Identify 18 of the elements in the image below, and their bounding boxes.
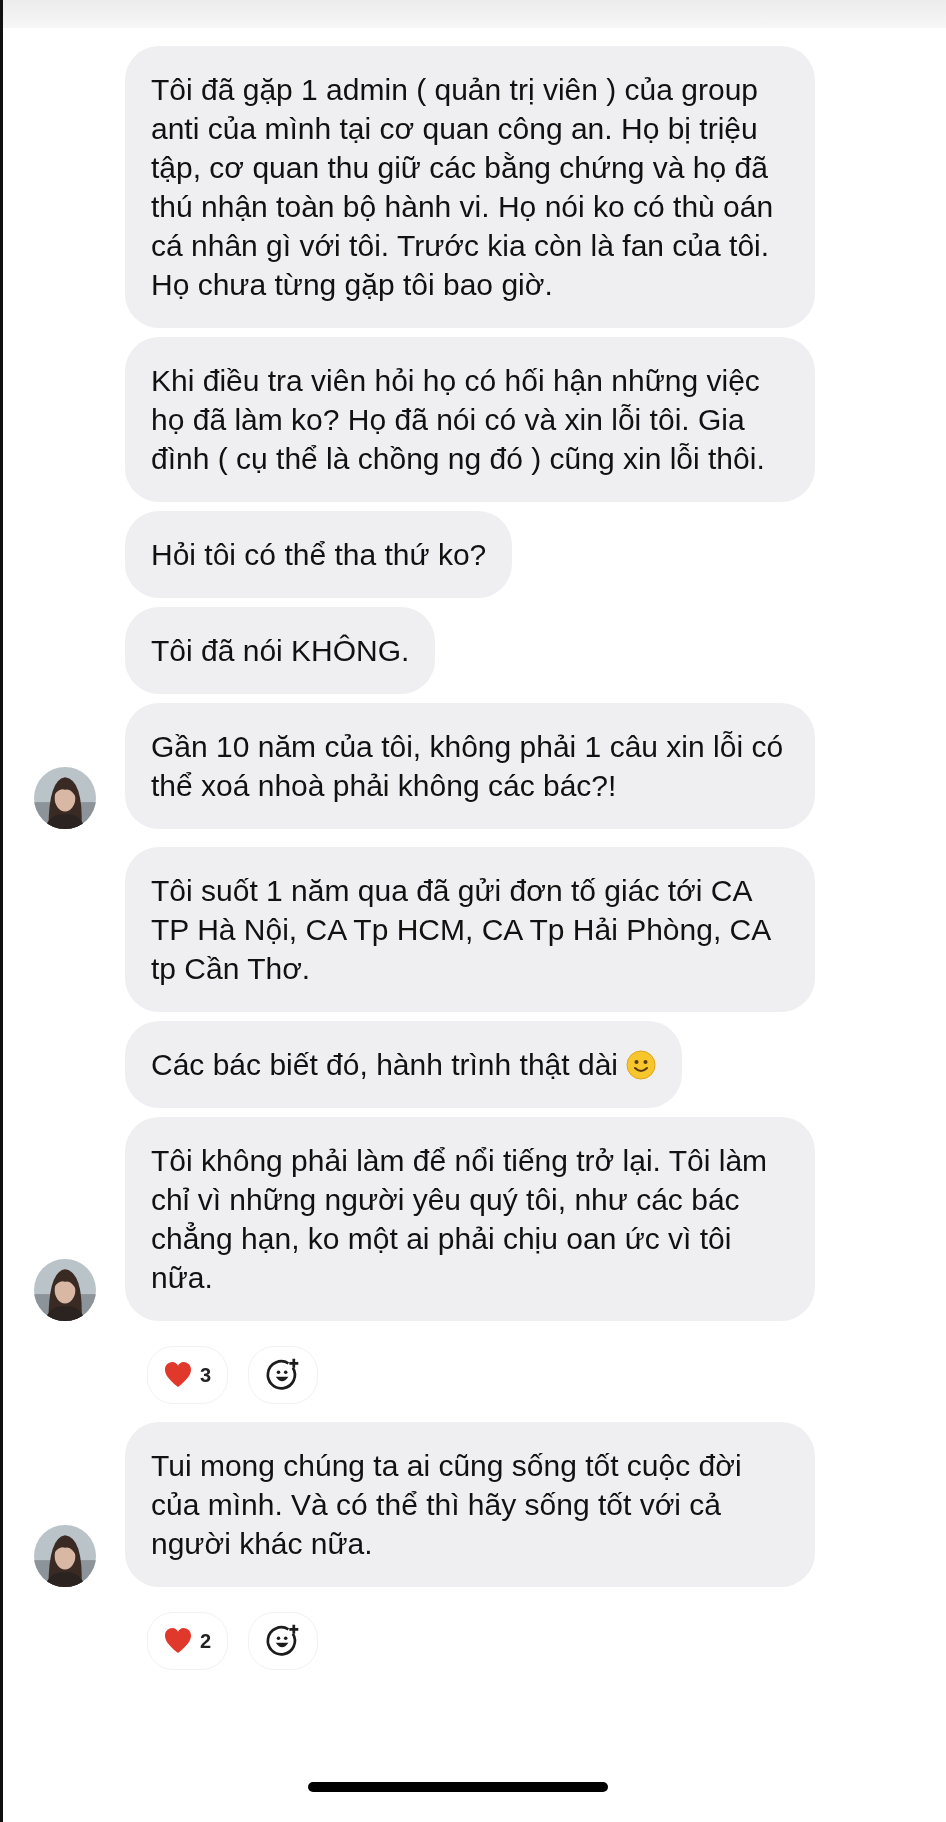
reaction-pill[interactable]: 3: [147, 1346, 229, 1404]
message-bubble: Tôi suốt 1 năm qua đã gửi đơn tố giác tới CA TP Hà Nội, CA Tp HCM, CA Tp Hải Phòng, CA tp Cần Thơ.: [125, 847, 815, 1012]
message-bubble: Tôi đã gặp 1 admin ( quản trị viên ) của group anti của mình tại cơ quan công an. Họ bị triệu tập, cơ quan thu giữ các bằng chứng và họ đã thú nhận toàn bộ hành vi. Họ nói ko có thù oán cá nhân gì với tôi. Trước kia còn là fan của tôi. Họ chưa từng gặp tôi bao giờ.: [125, 46, 815, 328]
message-bubble: Tôi đã nói KHÔNG.: [125, 607, 436, 694]
message-bubble: Khi điều tra viên hỏi họ có hối hận những việc họ đã làm ko? Họ đã nói có và xin lỗi tôi. Gia đình ( cụ thể là chồng ng đó ) cũng xin lỗi thôi.: [125, 337, 815, 502]
reaction-pill[interactable]: 2: [147, 1612, 229, 1670]
message-bubble: Hỏi tôi có thể tha thứ ko?: [125, 511, 513, 598]
reaction-count: 2: [200, 1629, 212, 1653]
reaction-count: 3: [200, 1363, 212, 1387]
heart-icon: [164, 1628, 192, 1654]
heart-icon: [164, 1362, 192, 1388]
message-bubble: Gần 10 năm của tôi, không phải 1 câu xin lỗi có thể xoá nhoà phải không các bác?!: [125, 703, 815, 829]
message-bubble: Các bác biết đó, hành trình thật dài: [125, 1021, 682, 1108]
add-reaction-button[interactable]: [248, 1612, 319, 1670]
message-bubble: Tôi không phải làm để nổi tiếng trở lại. Tôi làm chỉ vì những người yêu quý tôi, như các bác chẳng hạn, ko một ai phải chịu oan ức vì tôi nữa.: [125, 1117, 815, 1321]
add-reaction-button[interactable]: [248, 1346, 319, 1404]
message-bubble: Tui mong chúng ta ai cũng sống tốt cuộc đời của mình. Và có thể thì hãy sống tốt với cả người khác nữa.: [125, 1422, 815, 1587]
smiley-icon: [626, 1050, 656, 1080]
